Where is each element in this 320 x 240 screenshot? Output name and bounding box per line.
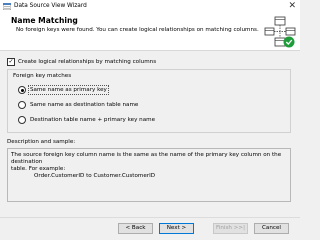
window-title: Data Source View Wizard (14, 3, 87, 9)
cancel-button[interactable]: Cancel (254, 223, 289, 234)
create-relationships-checkbox-row[interactable]: ✓ Create logical relationships by matchi… (7, 58, 156, 66)
create-relationships-checkbox[interactable]: ✓ (7, 58, 15, 66)
description-box: The source foreign key column name is th… (7, 148, 291, 202)
data-source-view-icon (3, 3, 11, 10)
foreign-key-matches-group: Foreign key matches Same name as primary… (7, 69, 291, 133)
radio-same-as-destination-table[interactable]: Same name as destination table name (18, 101, 138, 109)
relationship-diagram-icon (264, 16, 296, 48)
radio-button-selected[interactable] (18, 86, 26, 94)
radio-destination-plus-primary-key[interactable]: Destination table name + primary key nam… (18, 116, 155, 124)
wizard-header: Name Matching No foreign keys were found… (0, 13, 300, 51)
radio-label: Same name as primary key (28, 85, 109, 95)
radio-button[interactable] (18, 101, 26, 109)
description-example: Order.CustomerID to Customer.CustomerID (34, 173, 156, 179)
description-line: table. For example: (11, 166, 66, 172)
foreign-key-matches-legend: Foreign key matches (13, 73, 72, 79)
create-relationships-label: Create logical relationships by matching… (18, 59, 157, 65)
close-icon[interactable]: ✕ (288, 1, 296, 12)
description-label: Description and sample: (7, 139, 76, 145)
back-button[interactable]: < Back (118, 223, 153, 234)
button-bar-divider (0, 217, 300, 218)
radio-button[interactable] (18, 116, 26, 124)
radio-label: Same name as destination table name (30, 102, 139, 108)
radio-same-as-primary-key[interactable]: Same name as primary key (18, 85, 109, 95)
page-title: Name Matching (11, 16, 78, 25)
next-button[interactable]: Next > (159, 223, 194, 234)
description-line: The source foreign key column name is th… (11, 152, 282, 165)
page-description: No foreign keys were found. You can crea… (16, 27, 259, 33)
finish-button[interactable]: Finish >>| (213, 223, 248, 234)
title-bar: Data Source View Wizard ✕ (0, 0, 300, 13)
wizard-window: Data Source View Wizard ✕ Name Matching … (0, 0, 300, 240)
radio-label: Destination table name + primary key nam… (30, 117, 156, 123)
